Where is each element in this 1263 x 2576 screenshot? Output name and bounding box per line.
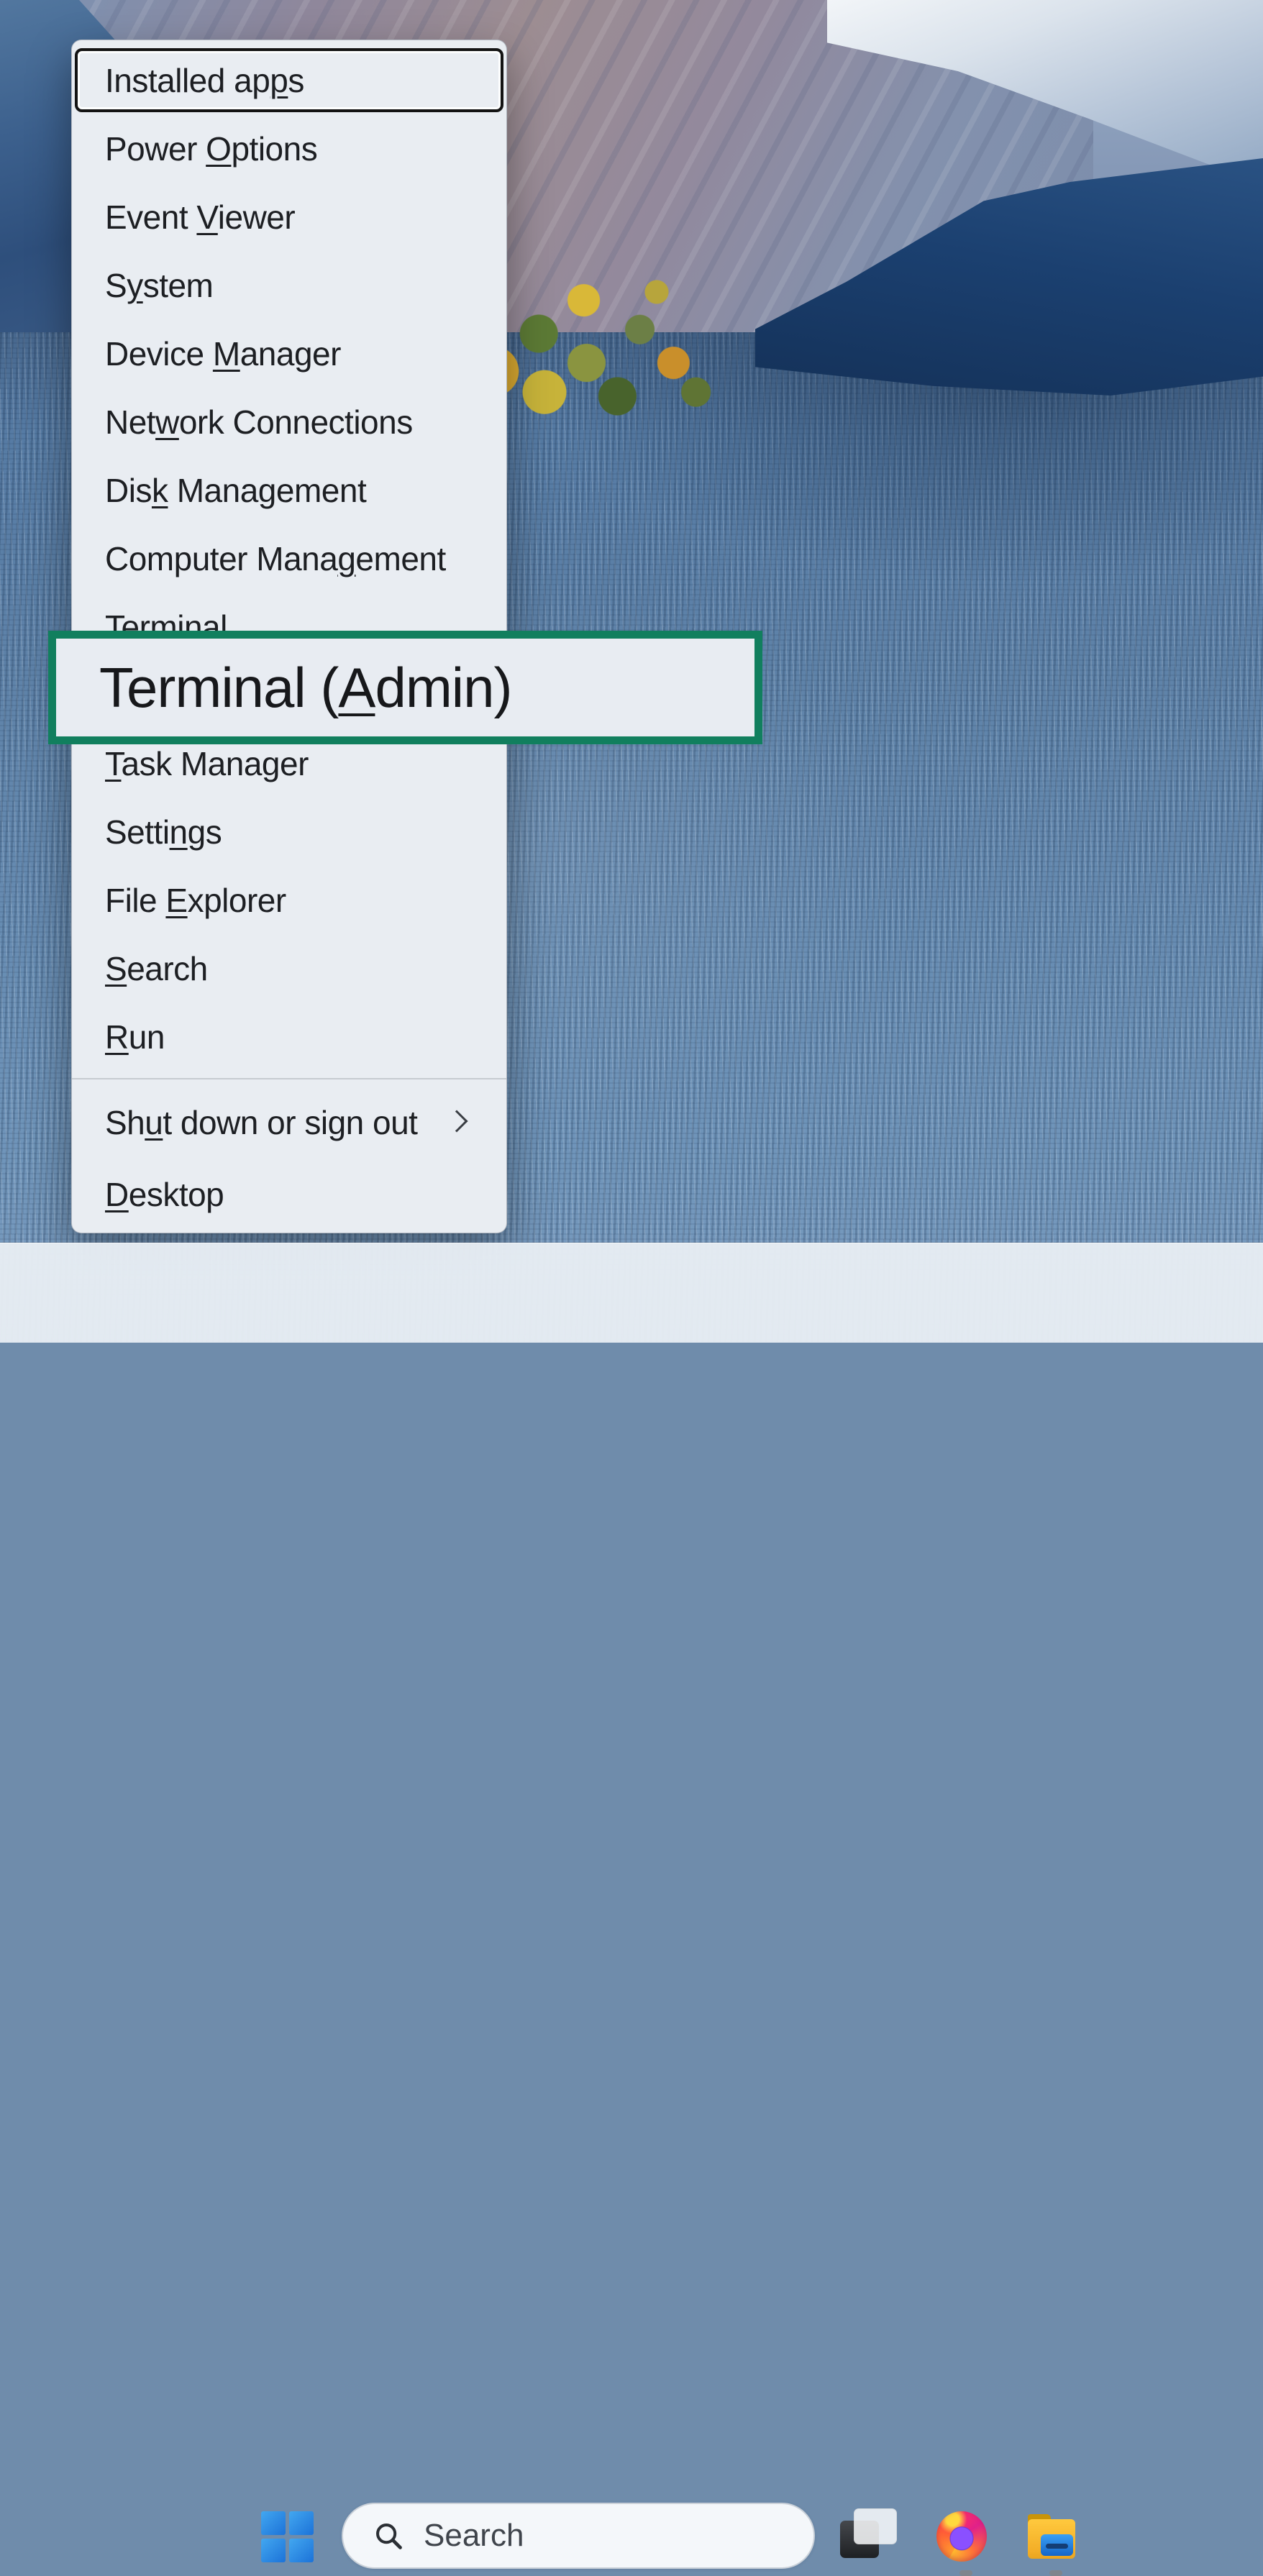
menu-item-label: Computer Management <box>105 539 446 578</box>
menu-item-label: Event Viewer <box>105 198 295 237</box>
menu-item-search[interactable]: Search <box>72 934 506 1002</box>
menu-item-label: Settings <box>105 813 222 851</box>
menu-item-label: Run <box>105 1018 165 1056</box>
menu-item-label: Network Connections <box>105 403 413 442</box>
menu-item-label: Task Manager <box>105 744 309 783</box>
menu-item-label: Power Options <box>105 129 317 168</box>
menu-item-system[interactable]: System <box>72 251 506 319</box>
task-view-button[interactable] <box>839 2507 898 2566</box>
menu-item-shut-down-or-sign-out[interactable]: Shut down or sign out <box>72 1087 506 1159</box>
menu-item-label: Desktop <box>105 1175 224 1214</box>
menu-item-event-viewer[interactable]: Event Viewer <box>72 183 506 251</box>
menu-item-file-explorer[interactable]: File Explorer <box>72 866 506 934</box>
menu-item-label: Terminal (Admin) <box>99 655 511 721</box>
menu-item-network-connections[interactable]: Network Connections <box>72 388 506 456</box>
menu-separator <box>72 1078 506 1079</box>
windows-logo-icon <box>261 2511 314 2562</box>
menu-item-computer-management[interactable]: Computer Management <box>72 524 506 593</box>
menu-item-installed-apps[interactable]: Installed apps <box>72 46 506 114</box>
search-icon <box>372 2519 405 2552</box>
menu-item-label: Disk Management <box>105 471 366 510</box>
menu-item-power-options[interactable]: Power Options <box>72 114 506 183</box>
annotation-highlight-box: Terminal (Admin) <box>48 631 762 744</box>
start-button[interactable] <box>261 2511 314 2562</box>
menu-item-terminal-admin-highlighted[interactable]: Terminal (Admin) <box>56 639 754 736</box>
menu-item-label: Shut down or sign out <box>105 1103 417 1142</box>
menu-item-run[interactable]: Run <box>72 1002 506 1071</box>
task-view-icon <box>839 2508 898 2564</box>
menu-item-label: System <box>105 266 213 305</box>
menu-item-label: Installed apps <box>105 61 304 100</box>
menu-item-settings[interactable]: Settings <box>72 798 506 866</box>
taskbar: Search <box>0 1243 1263 1343</box>
running-indicator <box>959 2570 972 2576</box>
firefox-taskbar-button[interactable] <box>936 2507 995 2566</box>
file-explorer-taskbar-button[interactable] <box>1026 2507 1085 2566</box>
firefox-icon <box>936 2511 987 2562</box>
menu-item-label: Search <box>105 949 208 988</box>
search-placeholder: Search <box>424 2518 524 2554</box>
submenu-chevron-icon <box>445 1110 468 1132</box>
menu-item-label: File Explorer <box>105 881 286 920</box>
menu-item-label: Device Manager <box>105 334 341 373</box>
running-indicator <box>1049 2570 1062 2576</box>
menu-item-disk-management[interactable]: Disk Management <box>72 456 506 524</box>
file-explorer-icon <box>1026 2513 1077 2560</box>
menu-item-desktop[interactable]: Desktop <box>72 1159 506 1230</box>
taskbar-search-box[interactable]: Search <box>342 2503 815 2569</box>
menu-item-device-manager[interactable]: Device Manager <box>72 319 506 388</box>
